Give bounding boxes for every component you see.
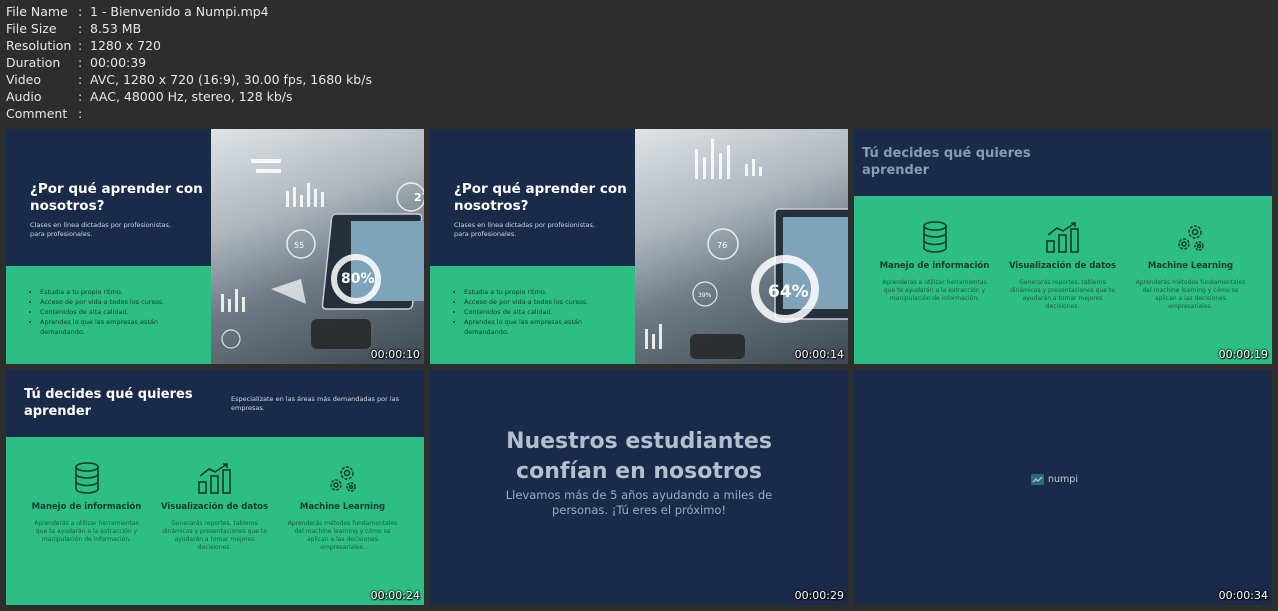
gauge-label: 76 (717, 241, 727, 250)
thumbnail-4[interactable]: Tú decides qué quieres aprender Especialí… (6, 370, 424, 605)
gauge-label: 55 (294, 241, 304, 250)
comment-row: Comment: (6, 105, 372, 122)
gears-icon (329, 466, 356, 492)
feature-title: Visualización de datos (160, 502, 269, 512)
logo-text: numpi (1048, 474, 1078, 485)
feature-description: Generarás reportes, tableros dinámicos y … (162, 520, 267, 551)
meta-separator: : (78, 38, 83, 53)
gauge-label: 27 (414, 191, 424, 204)
timestamp: 00:00:14 (794, 348, 844, 361)
thumbnail-2[interactable]: ¿Por qué aprender con nosotros? Clases en… (430, 129, 848, 364)
numpi-logo-icon (1031, 474, 1044, 485)
feature-column: Machine Learning Aprenderás métodos fund… (1133, 221, 1248, 311)
bar-chart-icon (197, 463, 231, 494)
feature-title: Machine Learning (1147, 261, 1234, 271)
duration-row: Duration:00:00:39 (6, 54, 372, 71)
analytics-photo: 80% 55 27 (211, 129, 424, 364)
meta-separator: : (78, 21, 83, 36)
meta-separator: : (78, 55, 83, 70)
meta-separator: : (78, 106, 83, 121)
gears-icon (1177, 225, 1204, 251)
meta-separator: : (78, 72, 83, 87)
feature-column: Machine Learning Aprenderás métodos fund… (285, 462, 400, 552)
percent-label: 80% (341, 271, 375, 287)
bar-chart-icon (1045, 222, 1079, 253)
timestamp: 00:00:34 (1218, 589, 1268, 602)
slide-title: Nuestros estudiantes confían en nosotros (506, 429, 772, 484)
audio-row: Audio: AAC, 48000 Hz, stereo, 128 kb/s (6, 88, 372, 105)
analytics-overlay-graphic: 80% 55 27 (221, 159, 424, 349)
database-icon (922, 221, 947, 253)
meta-key: Duration (6, 55, 61, 70)
slide-title: ¿Por qué aprender con nosotros? (30, 181, 203, 214)
slide-subtitle: Llevamos más de 5 años ayudando a miles … (505, 488, 773, 517)
thumbnail-1[interactable]: ¿Por qué aprender con nosotros? Clases en… (6, 129, 424, 364)
meta-value: 00:00:39 (90, 55, 147, 70)
slide-title: Tú decides qué quieres aprender (862, 146, 1031, 178)
meta-value: 8.53 MB (90, 21, 142, 36)
slide-subtitle: Clases en línea dictadas por profesionis… (454, 221, 595, 238)
thumbnail-5[interactable]: Nuestros estudiantes confían en nosotros … (430, 370, 848, 605)
file-name-row: File Name:1 - Bienvenido a Numpi.mp4 (6, 3, 372, 20)
timestamp: 00:00:29 (794, 589, 844, 602)
feature-column: Visualización de datos Generarás reporte… (1005, 221, 1120, 311)
meta-key: File Name (6, 4, 68, 19)
slide-title: Tú decides qué quieres aprender (24, 387, 193, 419)
meta-separator: : (78, 4, 83, 19)
meta-key: Video (6, 72, 42, 87)
file-info-panel: File Name:1 - Bienvenido a Numpi.mp4 Fil… (6, 3, 372, 122)
feature-description: Aprenderás a utilizar herramientas que te… (882, 279, 987, 302)
meta-value: AAC, 48000 Hz, stereo, 128 kb/s (90, 89, 293, 104)
feature-column: Visualización de datos Generarás reporte… (157, 462, 272, 552)
analytics-photo: 64% 76 39% (635, 129, 848, 364)
feature-column: Manejo de información Aprenderás a utili… (29, 462, 144, 544)
feature-title: Machine Learning (299, 502, 386, 512)
timestamp: 00:00:19 (1218, 348, 1268, 361)
slide-subtitle: Clases en línea dictadas por profesionis… (30, 221, 171, 238)
feature-description: Aprenderás a utilizar herramientas que te… (34, 520, 139, 543)
resolution-row: Resolution:1280 x 720 (6, 37, 372, 54)
slide-title: ¿Por qué aprender con nosotros? (454, 181, 627, 214)
numpi-logo: numpi (1031, 474, 1078, 485)
meta-key: Audio (6, 89, 42, 104)
analytics-overlay-graphic: 64% 76 39% (645, 139, 848, 359)
database-icon (74, 462, 99, 494)
benefits-list: Estudia a tu propio ritmo.Acceso de por … (30, 287, 164, 337)
feature-title: Visualización de datos (1008, 261, 1117, 271)
percent-label: 64% (768, 282, 809, 302)
meta-key: Comment (6, 106, 68, 121)
feature-title: Manejo de información (879, 261, 990, 271)
slide-subtitle: Especialízate en las áreas más demandada… (231, 395, 399, 412)
meta-value: 1280 x 720 (90, 38, 162, 53)
meta-separator: : (78, 89, 83, 104)
feature-column: Manejo de información Aprenderás a utili… (877, 221, 992, 303)
timestamp: 00:00:10 (370, 348, 420, 361)
feature-description: Generarás reportes, tableros dinámicos y … (1010, 279, 1115, 310)
timestamp: 00:00:24 (370, 589, 420, 602)
benefits-list: Estudia a tu propio ritmo.Acceso de por … (454, 287, 588, 337)
meta-value: 1 - Bienvenido a Numpi.mp4 (90, 4, 269, 19)
feature-description: Aprenderás métodos fundamentales del mach… (287, 520, 398, 551)
meta-value: AVC, 1280 x 720 (16:9), 30.00 fps, 1680 … (90, 72, 372, 87)
thumbnail-6[interactable]: numpi 00:00:34 (854, 370, 1272, 605)
file-size-row: File Size:8.53 MB (6, 20, 372, 37)
feature-description: Aprenderás métodos fundamentales del mach… (1135, 279, 1246, 310)
thumbnail-3[interactable]: Tú decides qué quieres aprender Manejo de… (854, 129, 1272, 364)
video-row: Video: AVC, 1280 x 720 (16:9), 30.00 fps,… (6, 71, 372, 88)
gauge-label: 39% (698, 292, 712, 299)
meta-key: Resolution (6, 38, 72, 53)
meta-key: File Size (6, 21, 57, 36)
feature-title: Manejo de información (31, 502, 142, 512)
